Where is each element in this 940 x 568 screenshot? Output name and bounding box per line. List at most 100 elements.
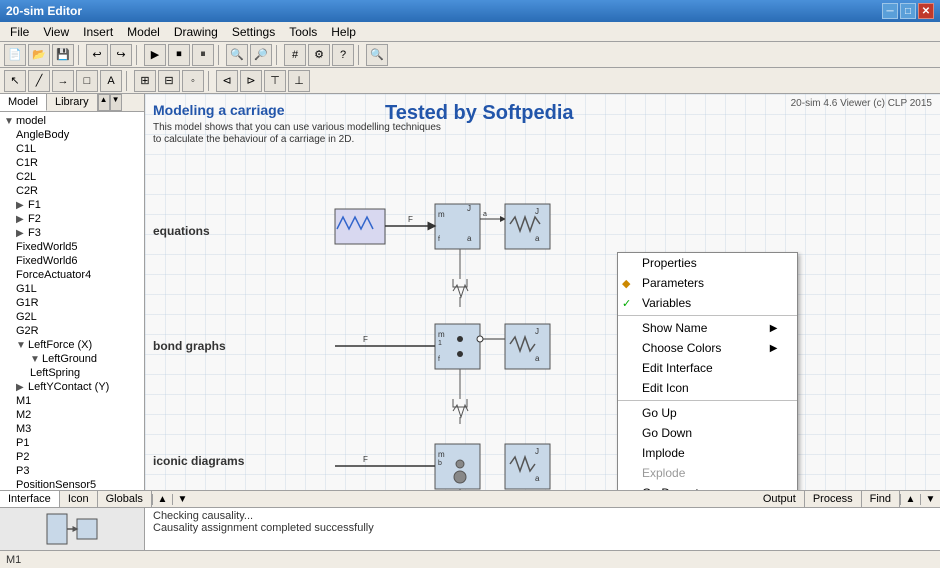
menu-drawing[interactable]: Drawing (168, 24, 224, 40)
tab-globals[interactable]: Globals (98, 491, 152, 507)
tree-item-leftground[interactable]: ▼ LeftGround (2, 352, 142, 366)
text-button[interactable]: A (100, 70, 122, 92)
zoom-out-button[interactable]: 🔎 (250, 44, 272, 66)
tab-find[interactable]: Find (862, 491, 900, 507)
tree-item-g1l[interactable]: G1L (2, 282, 142, 296)
draw-rect-button[interactable]: □ (76, 70, 98, 92)
sidebar-scroll-down[interactable]: ▼ (110, 94, 122, 111)
zoom-in-button[interactable]: 🔍 (226, 44, 248, 66)
canvas-area[interactable]: 20-sim 4.6 Viewer (c) CLP 2015 Modeling … (145, 94, 940, 490)
bottom-tabs: Interface Icon Globals ▲ ▼ Output Proces… (0, 491, 940, 508)
ctx-properties[interactable]: Properties (618, 253, 797, 273)
minimize-button[interactable]: ─ (882, 3, 898, 19)
output-scroll-up[interactable]: ▲ (900, 494, 920, 505)
svg-text:J: J (467, 204, 471, 213)
redo-button[interactable]: ↪ (110, 44, 132, 66)
tab-output[interactable]: Output (755, 491, 805, 507)
align-right-button[interactable]: ⊳ (240, 70, 262, 92)
help-toolbar-button[interactable]: ? (332, 44, 354, 66)
bond-button[interactable]: ⊟ (158, 70, 180, 92)
panel-scroll-up[interactable]: ▲ (152, 494, 172, 505)
ctx-editinterface[interactable]: Edit Interface (618, 358, 797, 378)
tree-item-leftspring[interactable]: LeftSpring (2, 366, 142, 380)
pause-button[interactable]: ⏸ (192, 44, 214, 66)
ctx-parameters[interactable]: ◆ Parameters (618, 273, 797, 293)
svg-text:F: F (363, 335, 368, 344)
tree-item-p3[interactable]: P3 (2, 464, 142, 478)
save-button[interactable]: 💾 (52, 44, 74, 66)
tree-item-p1[interactable]: P1 (2, 436, 142, 450)
tree-item-g2l[interactable]: G2L (2, 310, 142, 324)
tree-item-c2r[interactable]: C2R (2, 184, 142, 198)
maximize-button[interactable]: □ (900, 3, 916, 19)
tree-item-model[interactable]: ▼ model (2, 114, 142, 128)
toolbar-sep-6 (126, 71, 130, 91)
grid-button[interactable]: # (284, 44, 306, 66)
tree-item-fixedworld6[interactable]: FixedWorld6 (2, 254, 142, 268)
ctx-implode[interactable]: Implode (618, 443, 797, 463)
tree-label-g2l: G2L (16, 311, 37, 323)
tree-item-anglebody[interactable]: AngleBody (2, 128, 142, 142)
draw-arrow-button[interactable]: → (52, 70, 74, 92)
tree-item-p2[interactable]: P2 (2, 450, 142, 464)
port-button[interactable]: ◦ (182, 70, 204, 92)
output-scroll-down[interactable]: ▼ (920, 494, 940, 505)
menu-help[interactable]: Help (325, 24, 362, 40)
tab-model[interactable]: Model (0, 94, 47, 111)
tab-interface[interactable]: Interface (0, 491, 60, 507)
tree-item-c2l[interactable]: C2L (2, 170, 142, 184)
tab-icon[interactable]: Icon (60, 491, 98, 507)
tree-label-g1l: G1L (16, 283, 37, 295)
ctx-showname[interactable]: Show Name ▶ (618, 318, 797, 338)
open-button[interactable]: 📂 (28, 44, 50, 66)
tree-item-g1r[interactable]: G1R (2, 296, 142, 310)
menu-model[interactable]: Model (121, 24, 166, 40)
menu-file[interactable]: File (4, 24, 35, 40)
tree-item-leftforce[interactable]: ▼ LeftForce (X) (2, 338, 142, 352)
tree-item-f1[interactable]: ▶ F1 (2, 198, 142, 212)
run-button[interactable]: ▶ (144, 44, 166, 66)
tree-item-c1r[interactable]: C1R (2, 156, 142, 170)
align-top-button[interactable]: ⊤ (264, 70, 286, 92)
sidebar-scroll-up[interactable]: ▲ (98, 94, 110, 111)
tree-item-fixedworld5[interactable]: FixedWorld5 (2, 240, 142, 254)
new-button[interactable]: 📄 (4, 44, 26, 66)
search-button[interactable]: 🔍 (366, 44, 388, 66)
menu-insert[interactable]: Insert (77, 24, 119, 40)
tree-item-m2[interactable]: M2 (2, 408, 142, 422)
align-bottom-button[interactable]: ⊥ (288, 70, 310, 92)
tree-item-leftycontact[interactable]: ▶ LeftYContact (Y) (2, 380, 142, 394)
menu-tools[interactable]: Tools (283, 24, 323, 40)
settings-button[interactable]: ⚙ (308, 44, 330, 66)
tree-item-c1l[interactable]: C1L (2, 142, 142, 156)
tree-item-forceactuator4[interactable]: ForceActuator4 (2, 268, 142, 282)
tree-item-m1[interactable]: M1 (2, 394, 142, 408)
tree-item-g2r[interactable]: G2R (2, 324, 142, 338)
interface-preview (0, 508, 145, 550)
ctx-variables[interactable]: ✓ Variables (618, 293, 797, 313)
tree-item-f3[interactable]: ▶ F3 (2, 226, 142, 240)
context-menu[interactable]: Properties ◆ Parameters ✓ Variables Show… (617, 252, 798, 490)
status-label: M1 (6, 554, 21, 566)
ctx-goup[interactable]: Go Up (618, 403, 797, 423)
tree-item-f2[interactable]: ▶ F2 (2, 212, 142, 226)
tree-item-positionsensor5[interactable]: PositionSensor5 (2, 478, 142, 490)
select-button[interactable]: ↖ (4, 70, 26, 92)
undo-button[interactable]: ↩ (86, 44, 108, 66)
tree-item-m3[interactable]: M3 (2, 422, 142, 436)
align-left-button[interactable]: ⊲ (216, 70, 238, 92)
ctx-editicon[interactable]: Edit Icon (618, 378, 797, 398)
svg-text:f: f (438, 356, 440, 363)
ctx-choosecolors[interactable]: Choose Colors ▶ (618, 338, 797, 358)
component-button[interactable]: ⊞ (134, 70, 156, 92)
draw-line-button[interactable]: ╱ (28, 70, 50, 92)
panel-scroll-down[interactable]: ▼ (172, 494, 192, 505)
stop-button[interactable]: ⏹ (168, 44, 190, 66)
tab-library[interactable]: Library (47, 94, 98, 111)
ctx-godownto[interactable]: Go Down to (618, 483, 797, 490)
ctx-godown[interactable]: Go Down (618, 423, 797, 443)
close-button[interactable]: ✕ (918, 3, 934, 19)
tab-process[interactable]: Process (805, 491, 862, 507)
menu-settings[interactable]: Settings (226, 24, 281, 40)
menu-view[interactable]: View (37, 24, 75, 40)
